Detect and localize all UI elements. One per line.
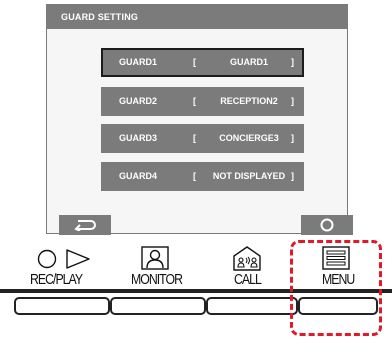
monitor-button[interactable] xyxy=(110,297,206,315)
back-button[interactable] xyxy=(59,215,111,235)
intercom-panel: GUARD SETTING GUARD1 [ GUARD1 ] GUARD2 [… xyxy=(0,0,392,340)
guard-value: GUARD1 xyxy=(229,57,268,67)
return-arrow-icon xyxy=(74,220,96,231)
bracket-open: [ xyxy=(193,96,196,106)
bracket-close: ] xyxy=(291,171,294,181)
guard-row-2[interactable]: GUARD2 [ RECEPTION2 ] xyxy=(101,87,304,116)
guard-value: CONCIERGE3 xyxy=(219,133,279,143)
lcd-screen: GUARD SETTING GUARD1 [ GUARD1 ] GUARD2 [… xyxy=(46,4,353,235)
bracket-close: ] xyxy=(291,133,294,143)
rec-play-button-label: REC/PLAY xyxy=(30,271,83,288)
monitor-button-label: MONITOR xyxy=(131,271,183,288)
guard-row-4[interactable]: GUARD4 [ NOT DISPLAYED ] xyxy=(101,162,304,191)
guard-name: GUARD1 xyxy=(119,57,158,67)
rec-play-button[interactable] xyxy=(14,297,110,315)
concierge-call-icon xyxy=(233,246,261,271)
call-button-label: CALL xyxy=(234,271,262,288)
ok-button[interactable] xyxy=(301,215,353,235)
screen-title: GUARD SETTING xyxy=(47,5,347,29)
guard-row-1[interactable]: GUARD1 [ GUARD1 ] xyxy=(101,48,304,77)
guard-name: GUARD3 xyxy=(119,133,158,143)
bracket-open: [ xyxy=(193,171,196,181)
guard-row-3[interactable]: GUARD3 [ CONCIERGE3 ] xyxy=(101,124,304,153)
call-button[interactable] xyxy=(206,297,298,315)
menu-highlight-box xyxy=(290,240,382,336)
guard-name: GUARD2 xyxy=(119,96,158,106)
circle-icon xyxy=(320,218,334,232)
bracket-close: ] xyxy=(291,96,294,106)
bracket-close: ] xyxy=(291,57,294,67)
guard-name: GUARD4 xyxy=(119,171,158,181)
circle-triangle-icon xyxy=(37,249,90,269)
bracket-open: [ xyxy=(193,133,196,143)
guard-value: RECEPTION2 xyxy=(220,96,278,106)
bracket-open: [ xyxy=(193,57,196,67)
guard-value: NOT DISPLAYED xyxy=(212,171,286,181)
person-frame-icon xyxy=(141,246,169,270)
